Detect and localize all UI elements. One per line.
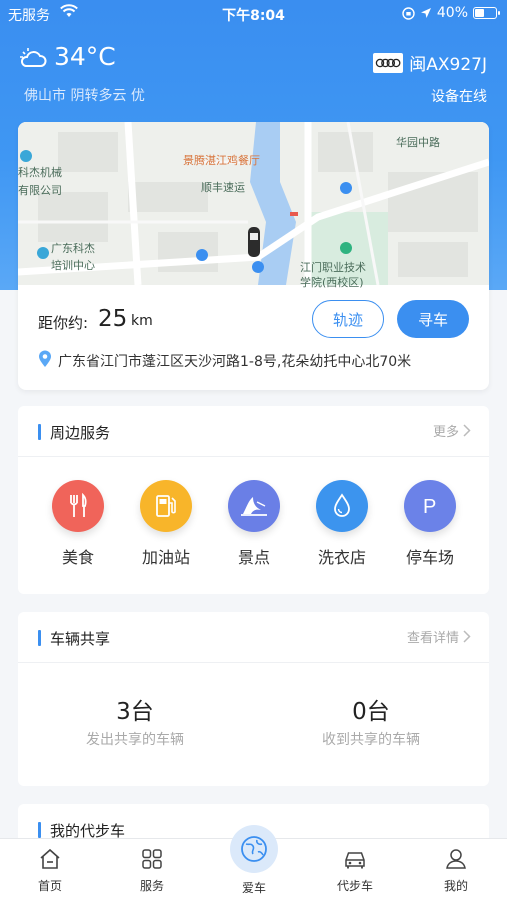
parking-icon: P: [404, 480, 456, 532]
map-label: 培训中心: [51, 259, 95, 272]
tab-home[interactable]: 首页: [15, 847, 85, 894]
tab-me[interactable]: 我的: [421, 847, 491, 894]
tab-label: 服务: [139, 879, 164, 893]
distance-label: 距你约:: [38, 314, 89, 332]
home-icon: [15, 847, 85, 871]
more-link[interactable]: 更多: [433, 421, 471, 440]
distance-row: 距你约: 25 km 轨迹 寻车: [18, 300, 489, 340]
tab-label: 代步车: [336, 879, 373, 893]
service-label: 景点: [237, 548, 270, 567]
map-label: 顺丰速运: [201, 181, 245, 194]
scenic-spot-icon: [228, 480, 280, 532]
nearby-services-card: 周边服务 更多 美食 加油站 景点 洗衣店 P 停车场: [18, 406, 489, 594]
service-label: 洗衣店: [317, 548, 366, 567]
tab-car-label: 爱车: [241, 881, 266, 895]
device-status: 设备在线: [431, 89, 487, 105]
location-arrow-icon: [420, 8, 431, 18]
track-button[interactable]: 轨迹: [312, 300, 384, 338]
map-label: 有限公司: [18, 184, 62, 197]
tab-service[interactable]: 服务: [117, 847, 187, 894]
more-label: 更多: [432, 425, 459, 440]
map-label: 华园中路: [396, 136, 440, 149]
section-title: 车辆共享: [38, 628, 110, 649]
tab-scooter[interactable]: 代步车: [320, 847, 390, 894]
grid-icon: [117, 847, 187, 871]
service-parking[interactable]: P 停车场: [395, 480, 465, 568]
service-label: 美食: [61, 548, 94, 567]
location-card: 景腾湛江鸡餐厅 顺丰速运 华园中路 科杰机械 有限公司 广东科杰 培训中心 江门…: [18, 122, 489, 390]
view-details-label: 查看详情: [406, 631, 459, 646]
battery-icon: [473, 7, 500, 19]
orientation-lock-icon: [402, 6, 415, 20]
service-scenic-spot[interactable]: 景点: [219, 480, 289, 568]
divider: [18, 662, 489, 663]
cloudy-weather-icon: [18, 46, 48, 74]
service-gas-station[interactable]: 加油站: [131, 480, 201, 568]
map-label: 科杰机械: [18, 166, 62, 179]
map-label: 景腾湛江鸡餐厅: [183, 154, 260, 167]
shared-out-count[interactable]: 3台: [35, 692, 235, 726]
distance-unit: km: [131, 313, 153, 329]
chevron-right-icon: [463, 630, 471, 643]
map-view[interactable]: 景腾湛江鸡餐厅 顺丰速运 华园中路 科杰机械 有限公司 广东科杰 培训中心 江门…: [18, 122, 489, 289]
temperature: 34°C: [54, 42, 116, 71]
car-icon: [320, 847, 390, 871]
divider: [18, 456, 489, 457]
shared-out-label: 发出共享的车辆: [86, 732, 184, 748]
svg-text:P: P: [423, 496, 436, 518]
view-details-link[interactable]: 查看详情: [407, 627, 471, 646]
address-text: 广东省江门市蓬江区天沙河路1-8号,花朵幼托中心北70米: [58, 354, 412, 370]
weather-description: 佛山市 阴转多云 优: [24, 88, 145, 104]
vehicle-selector[interactable]: 闽AX927J: [373, 50, 487, 75]
vehicle-sharing-card: 车辆共享 查看详情 3台 发出共享的车辆 0台 收到共享的车辆: [18, 612, 489, 786]
find-car-button[interactable]: 寻车: [397, 300, 469, 338]
section-title: 周边服务: [38, 422, 110, 443]
audi-logo-icon: [373, 52, 404, 73]
car-globe-icon: [241, 836, 267, 862]
location-pin-icon: [38, 350, 52, 372]
shared-in-count[interactable]: 0台: [271, 692, 471, 726]
service-label: 加油站: [141, 548, 190, 567]
food-icon: [52, 480, 104, 532]
laundry-icon: [316, 480, 368, 532]
service-label: 停车场: [405, 548, 454, 567]
map-label: 江门职业技术: [300, 261, 366, 274]
shared-in-label: 收到共享的车辆: [322, 732, 420, 748]
status-bar: 无服务 下午8:04 40%: [0, 0, 507, 28]
map-label: 学院(西校区): [300, 276, 364, 289]
license-plate: 闽AX927J: [409, 55, 487, 75]
map-label: 广东科杰: [51, 242, 95, 255]
tab-label: 我的: [443, 879, 468, 893]
gas-station-icon: [140, 480, 192, 532]
battery-percent: 40%: [436, 5, 468, 21]
distance-value: 25: [98, 306, 128, 332]
address-row: 广东省江门市蓬江区天沙河路1-8号,花朵幼托中心北70米: [38, 350, 411, 372]
service-food[interactable]: 美食: [43, 480, 113, 568]
tab-car[interactable]: [230, 825, 278, 873]
user-icon: [421, 847, 491, 871]
service-laundry[interactable]: 洗衣店: [307, 480, 377, 568]
tab-label: 首页: [37, 879, 62, 893]
chevron-right-icon: [463, 424, 471, 437]
bottom-tab-bar: 首页 服务 爱车 代步车 我的: [0, 825, 507, 900]
